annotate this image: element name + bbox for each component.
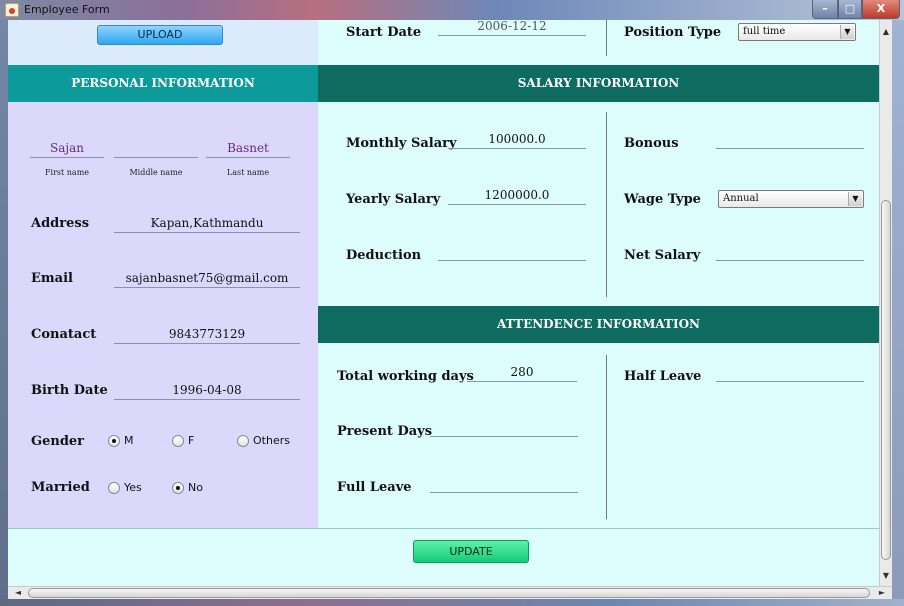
upload-button[interactable]: UPLOAD (97, 25, 223, 45)
monthly-salary-label: Monthly Salary (346, 136, 457, 151)
radio-unselected-icon (237, 435, 249, 447)
married-radio-yes[interactable]: Yes (108, 481, 152, 495)
position-type-select[interactable]: full time ▼ (738, 23, 856, 41)
bonus-label: Bonous (624, 136, 679, 151)
email-label: Email (31, 271, 73, 286)
full-leave-field[interactable] (430, 475, 578, 493)
address-label: Address (31, 216, 90, 231)
position-type-label: Position Type (624, 25, 722, 40)
half-leave-field[interactable] (716, 364, 864, 382)
vertical-scroll-thumb[interactable] (881, 200, 891, 560)
vertical-scrollbar[interactable]: ▲ ▼ (879, 20, 892, 586)
last-name-field[interactable]: Basnet (206, 140, 290, 158)
java-app-icon (5, 3, 19, 17)
close-button[interactable]: X (862, 0, 900, 19)
contact-label: Conatact (31, 327, 97, 342)
scroll-left-arrow-icon[interactable]: ◄ (10, 587, 26, 599)
total-working-days-field[interactable]: 280 (467, 364, 577, 382)
middle-name-field[interactable] (114, 140, 198, 158)
deduction-field[interactable] (438, 243, 586, 261)
net-salary-label: Net Salary (624, 248, 701, 263)
gender-label: Gender (31, 434, 85, 449)
last-name-caption: Last name (226, 168, 270, 177)
window-frame-left (0, 20, 8, 600)
half-leave-label: Half Leave (624, 369, 702, 384)
position-type-value: full time (743, 26, 786, 37)
horizontal-scrollbar[interactable]: ◄ ► (8, 586, 892, 599)
wage-type-select[interactable]: Annual ▼ (718, 190, 864, 208)
bonus-field[interactable] (716, 131, 864, 149)
present-days-label: Present Days (337, 424, 433, 439)
contact-field[interactable]: 9843773129 (114, 326, 300, 344)
yearly-salary-field[interactable]: 1200000.0 (448, 187, 586, 205)
window-frame-right (892, 20, 904, 600)
scroll-up-arrow-icon[interactable]: ▲ (880, 24, 892, 40)
start-date-label: Start Date (346, 25, 422, 40)
married-label: Married (31, 480, 90, 495)
update-button[interactable]: UPDATE (413, 540, 529, 563)
gender-radio-others[interactable]: Others (237, 434, 297, 448)
gender-radio-m[interactable]: M (108, 434, 148, 448)
maximize-button[interactable]: □ (838, 0, 862, 19)
present-days-field[interactable] (430, 419, 578, 437)
deduction-label: Deduction (346, 248, 422, 263)
address-field[interactable]: Kapan,Kathmandu (114, 215, 300, 233)
salary-column-divider (606, 112, 607, 297)
radio-unselected-icon (172, 435, 184, 447)
first-name-field[interactable]: Sajan (30, 140, 104, 158)
title-bar: Employee Form – □ X (0, 0, 904, 20)
photo-upload-area: UPLOAD (8, 20, 318, 65)
horizontal-scroll-thumb[interactable] (28, 588, 870, 598)
yearly-salary-label: Yearly Salary (346, 192, 441, 207)
scroll-right-arrow-icon[interactable]: ► (874, 587, 890, 599)
full-leave-label: Full Leave (337, 480, 412, 495)
salary-info-header: SALARY INFORMATION (318, 65, 879, 102)
net-salary-field[interactable] (716, 243, 864, 261)
dropdown-arrow-icon: ▼ (848, 192, 862, 206)
total-working-days-label: Total working days (337, 369, 474, 384)
birth-date-field[interactable]: 1996-04-08 (114, 382, 300, 400)
scroll-down-arrow-icon[interactable]: ▼ (880, 568, 892, 584)
monthly-salary-field[interactable]: 100000.0 (448, 131, 586, 149)
wage-type-label: Wage Type (624, 192, 701, 207)
birth-date-label: Birth Date (31, 383, 108, 398)
footer-divider (8, 528, 879, 529)
dropdown-arrow-icon: ▼ (840, 25, 854, 39)
radio-selected-icon (172, 482, 184, 494)
first-name-caption: First name (44, 168, 90, 177)
window-title: Employee Form (24, 3, 110, 16)
married-radio-no[interactable]: No (172, 481, 212, 495)
column-divider (606, 20, 607, 56)
personal-info-header: PERSONAL INFORMATION (8, 65, 318, 102)
window-frame-bottom (0, 599, 904, 606)
start-date-field[interactable]: 2006-12-12 (438, 20, 586, 36)
gender-radio-f[interactable]: F (172, 434, 212, 448)
middle-name-caption: Middle name (129, 168, 183, 177)
attendance-info-header: ATTENDENCE INFORMATION (318, 306, 879, 343)
wage-type-value: Annual (723, 193, 759, 204)
radio-unselected-icon (108, 482, 120, 494)
attendance-column-divider (606, 355, 607, 519)
email-field[interactable]: sajanbasnet75@gmail.com (114, 270, 300, 288)
radio-selected-icon (108, 435, 120, 447)
form-content: UPLOAD Start Date 2006-12-12 Position Ty… (8, 20, 879, 586)
minimize-button[interactable]: – (812, 0, 838, 19)
